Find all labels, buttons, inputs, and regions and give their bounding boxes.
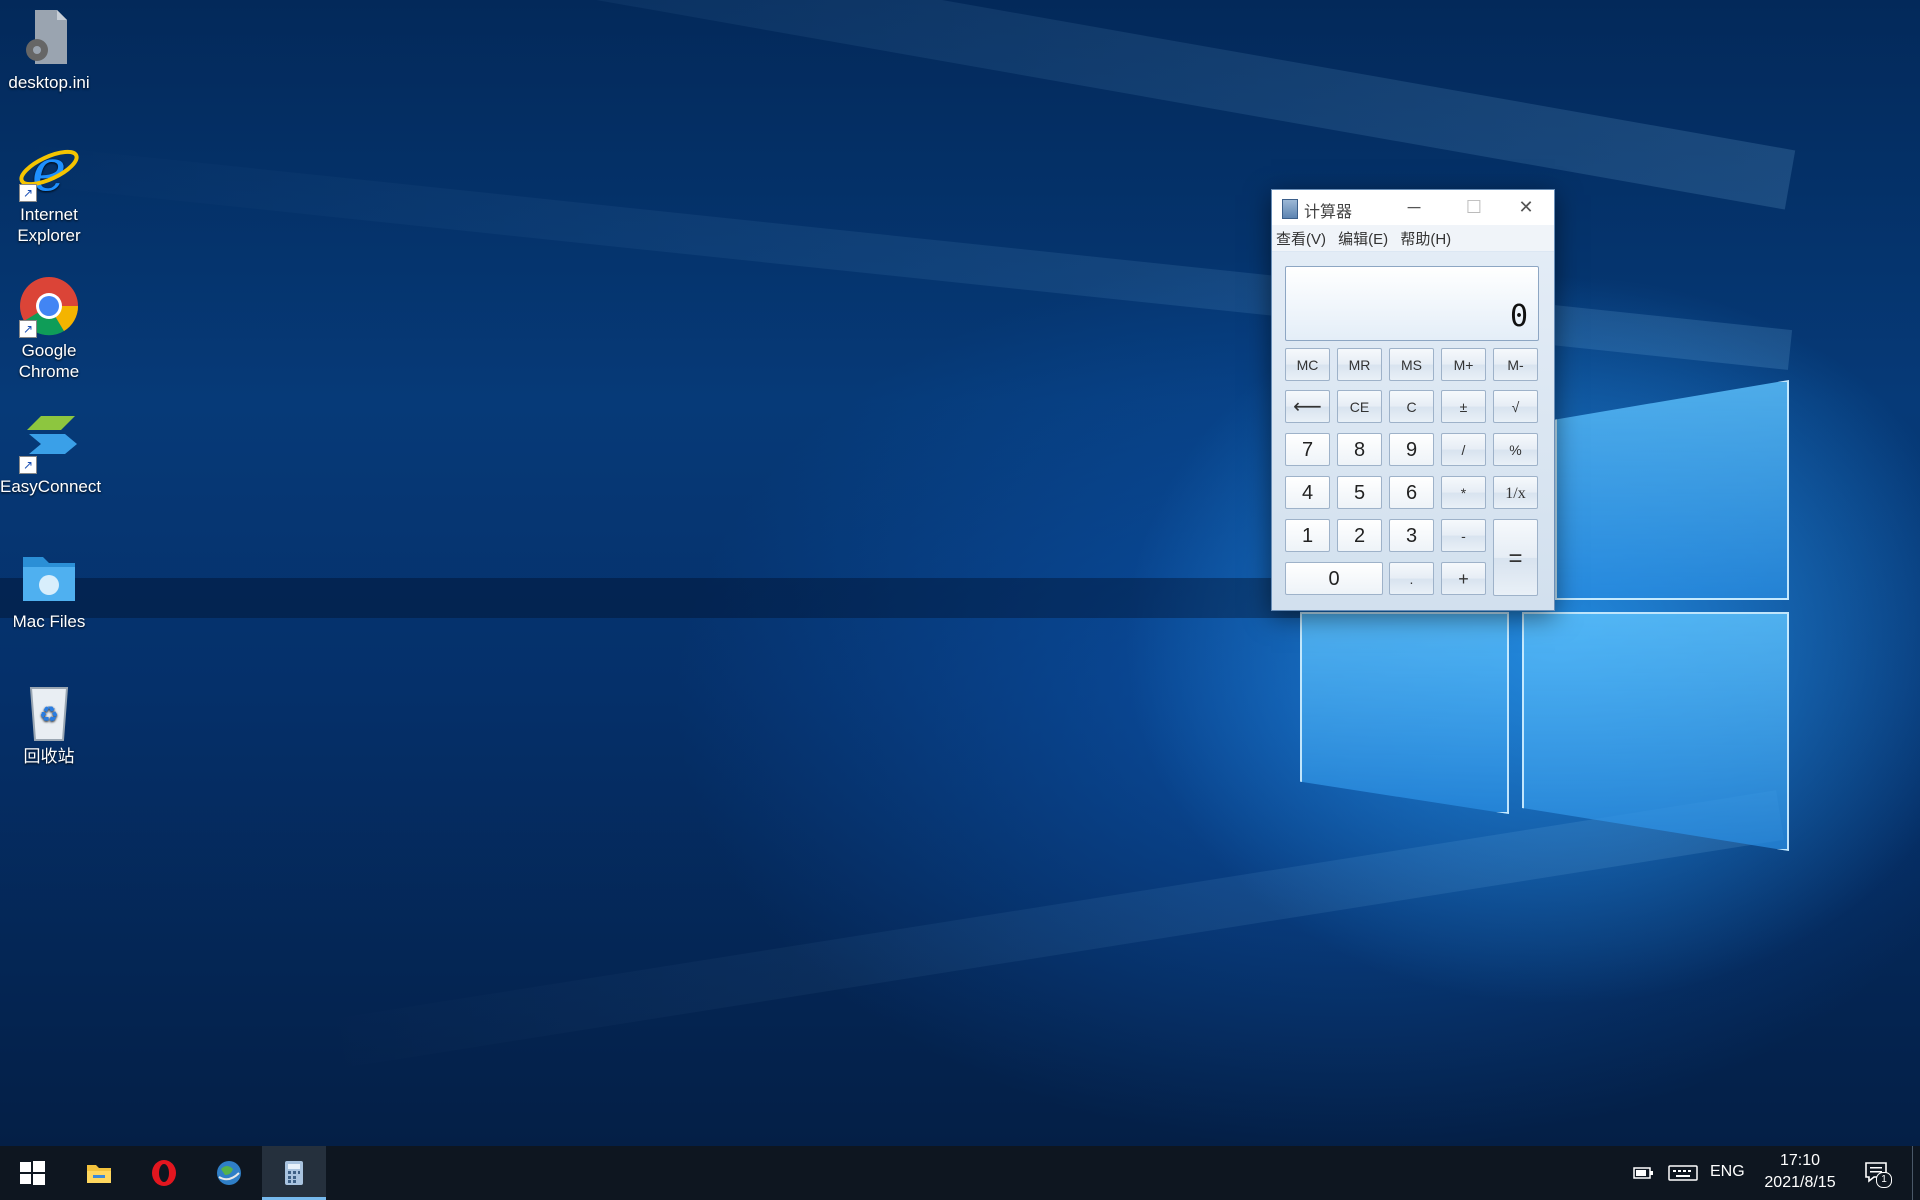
input-language-indicator[interactable]: ENG [1710, 1163, 1745, 1181]
svg-text:♻: ♻ [39, 702, 59, 727]
globe-app-icon [217, 1161, 241, 1185]
digit-7-button[interactable]: 7 [1285, 433, 1330, 466]
taskbar-file-explorer[interactable] [67, 1146, 131, 1200]
opera-icon [152, 1160, 176, 1186]
digit-9-button[interactable]: 9 [1389, 433, 1434, 466]
calculator-window[interactable]: 计算器 ─ ☐ ✕ 查看(V) 编辑(E) 帮助(H) 0 MC MR MS M… [1271, 189, 1555, 611]
file-explorer-icon [87, 1165, 111, 1183]
clock-date[interactable]: 2021/8/15 [1756, 1174, 1844, 1192]
clock-time[interactable]: 17:10 [1762, 1152, 1838, 1170]
power-battery-icon[interactable] [1633, 1164, 1655, 1182]
digit-2-button[interactable]: 2 [1337, 519, 1382, 552]
digit-8-button[interactable]: 8 [1337, 433, 1382, 466]
decimal-button[interactable]: . [1389, 562, 1434, 595]
desktop-icon-label: Google Chrome [18, 341, 80, 381]
add-button[interactable]: + [1441, 562, 1486, 595]
menu-edit[interactable]: 编辑(E) [1334, 225, 1392, 249]
display-value: 0 [1509, 299, 1528, 334]
menu-bar: 查看(V) 编辑(E) 帮助(H) [1272, 225, 1554, 251]
digit-3-button[interactable]: 3 [1389, 519, 1434, 552]
maximize-button[interactable]: ☐ [1446, 190, 1502, 225]
desktop-icon-recycle-bin[interactable]: ♻ 回收站 [0, 680, 98, 767]
calculator-app-icon [1282, 199, 1298, 219]
digit-0-button[interactable]: 0 [1285, 562, 1383, 595]
desktop-icon-label: Mac Files [12, 612, 86, 631]
negate-button[interactable]: ± [1441, 390, 1486, 423]
m-plus-button[interactable]: M+ [1441, 348, 1486, 381]
calculator-titlebar[interactable]: 计算器 ─ ☐ ✕ [1272, 190, 1554, 225]
show-desktop-button[interactable] [1912, 1146, 1913, 1200]
desktop-icon-mac-files[interactable]: Mac Files [0, 545, 98, 632]
clear-entry-button[interactable]: CE [1337, 390, 1382, 423]
m-minus-button[interactable]: M- [1493, 348, 1538, 381]
desktop-icon-label: Internet Explorer [17, 205, 81, 245]
desktop-icon-label: desktop.ini [8, 73, 90, 92]
windows-logo-pane-bottom-left [1300, 612, 1509, 814]
action-center-button[interactable]: 1 [1864, 1160, 1892, 1188]
taskbar-calculator[interactable] [262, 1146, 326, 1200]
taskbar-opera[interactable] [132, 1146, 196, 1200]
shortcut-arrow-icon: ↗ [19, 456, 37, 474]
calculator-display: 0 [1285, 266, 1539, 341]
desktop-icon-label: EasyConnect [0, 477, 102, 496]
reciprocal-button[interactable]: 1/x [1493, 476, 1538, 509]
recycle-bin-icon: ♻ [17, 680, 81, 744]
mac-folder-icon [17, 545, 81, 609]
calculator-body: 0 MC MR MS M+ M- ⟵ CE C ± √ 7 8 9 / % 4 … [1272, 252, 1554, 610]
ini-file-icon [17, 6, 81, 70]
digit-6-button[interactable]: 6 [1389, 476, 1434, 509]
desktop-icon-google-chrome[interactable]: ↗ Google Chrome [0, 274, 98, 382]
windows-logo-pane-top-left [1555, 380, 1789, 600]
percent-button[interactable]: % [1493, 433, 1538, 466]
taskbar-globe-app[interactable] [197, 1146, 261, 1200]
shortcut-arrow-icon: ↗ [19, 320, 37, 338]
calculator-icon [285, 1161, 303, 1185]
chrome-icon: ↗ [17, 274, 81, 338]
menu-help[interactable]: 帮助(H) [1396, 225, 1455, 249]
internet-explorer-icon: e ↗ [17, 136, 81, 204]
desktop-icon-label: 回收站 [23, 747, 75, 766]
backspace-button[interactable]: ⟵ [1285, 390, 1330, 423]
desktop-wallpaper [0, 0, 1920, 1146]
desktop-icon-internet-explorer[interactable]: e ↗ Internet Explorer [0, 136, 98, 246]
shortcut-arrow-icon: ↗ [19, 184, 37, 202]
clear-button[interactable]: C [1389, 390, 1434, 423]
digit-4-button[interactable]: 4 [1285, 476, 1330, 509]
digit-1-button[interactable]: 1 [1285, 519, 1330, 552]
desktop-icon-easyconnect[interactable]: ↗ EasyConnect [0, 410, 102, 497]
sqrt-button[interactable]: √ [1493, 390, 1538, 423]
start-icon [20, 1161, 45, 1185]
mr-button[interactable]: MR [1337, 348, 1382, 381]
window-title: 计算器 [1304, 204, 1353, 221]
taskbar: ENG 17:10 2021/8/15 1 [0, 1146, 1920, 1200]
menu-view[interactable]: 查看(V) [1272, 225, 1330, 249]
divide-button[interactable]: / [1441, 433, 1486, 466]
notification-count-badge: 1 [1876, 1172, 1892, 1188]
desktop-icon-desktop-ini[interactable]: desktop.ini [0, 6, 98, 93]
digit-5-button[interactable]: 5 [1337, 476, 1382, 509]
subtract-button[interactable]: - [1441, 519, 1486, 552]
start-button[interactable] [0, 1146, 64, 1200]
windows-logo-pane-bottom-right [1522, 612, 1789, 851]
mc-button[interactable]: MC [1285, 348, 1330, 381]
equals-button[interactable]: = [1493, 519, 1538, 596]
easyconnect-icon: ↗ [17, 410, 81, 474]
touch-keyboard-icon[interactable] [1668, 1164, 1698, 1182]
multiply-button[interactable]: * [1441, 476, 1486, 509]
close-button[interactable]: ✕ [1498, 190, 1554, 225]
minimize-button[interactable]: ─ [1386, 190, 1442, 225]
ms-button[interactable]: MS [1389, 348, 1434, 381]
